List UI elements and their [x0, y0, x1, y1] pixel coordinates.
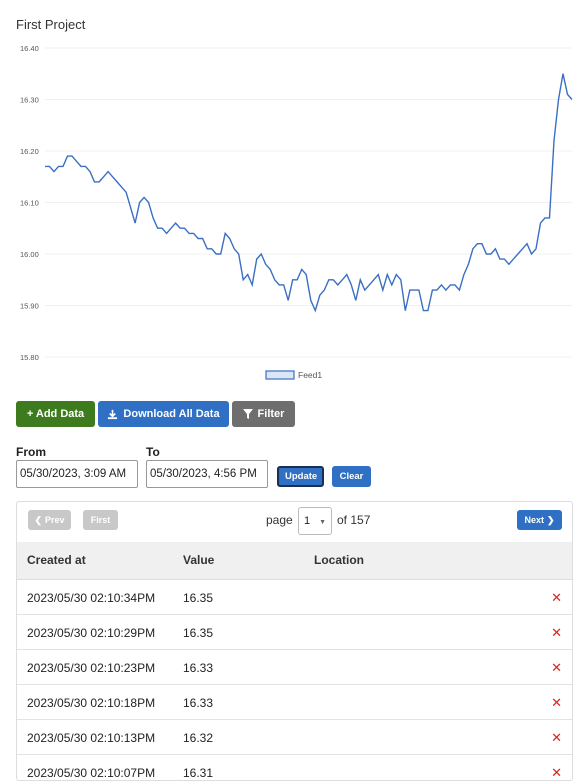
y-tick-label: 16.30 [20, 96, 39, 105]
from-label: From [16, 445, 46, 459]
add-data-button[interactable]: + Add Data [16, 401, 95, 427]
prev-page-button[interactable]: ❮ Prev [28, 510, 71, 530]
filter-button[interactable]: Filter [232, 401, 295, 427]
y-tick-label: 16.40 [20, 44, 39, 53]
close-icon[interactable]: ✕ [551, 695, 562, 711]
next-label: Next [524, 515, 544, 525]
cell-value: 16.33 [183, 661, 214, 675]
filter-label: Filter [257, 408, 285, 420]
cell-created-at: 2023/05/30 02:10:23PM [27, 661, 156, 675]
column-header-created-at: Created at [27, 553, 86, 567]
close-icon[interactable]: ✕ [551, 765, 562, 780]
download-icon [108, 409, 118, 419]
cell-value: 16.32 [183, 731, 214, 745]
y-tick-label: 16.10 [20, 199, 39, 208]
filter-icon [242, 409, 253, 419]
close-icon[interactable]: ✕ [551, 730, 562, 746]
cell-value: 16.31 [183, 766, 214, 780]
clear-button[interactable]: Clear [332, 466, 371, 487]
cell-value: 16.33 [183, 696, 214, 710]
add-data-label: + Add Data [26, 408, 85, 420]
y-tick-label: 16.20 [20, 147, 39, 156]
chevron-right-icon: ❯ [546, 514, 555, 525]
line-chart: 16.40 16.30 16.20 16.10 16.00 15.90 15.80 Feed… [20, 44, 573, 380]
next-page-button[interactable]: Next ❯ [517, 510, 562, 530]
y-tick-label: 15.80 [20, 353, 39, 362]
table-header: Created at Value Location [17, 542, 572, 580]
to-label: To [146, 445, 160, 459]
cell-created-at: 2023/05/30 02:10:34PM [27, 591, 156, 605]
chevron-left-icon: ❮ [34, 514, 42, 525]
cell-created-at: 2023/05/30 02:10:29PM [27, 626, 156, 640]
current-page: 1 [304, 515, 311, 527]
table-row: 2023/05/30 02:10:34PM 16.35 ✕ [17, 580, 572, 615]
to-date-field[interactable] [146, 460, 268, 488]
download-label: Download All Data [123, 408, 220, 420]
update-button[interactable]: Update [277, 466, 324, 487]
cell-created-at: 2023/05/30 02:10:13PM [27, 731, 156, 745]
cell-value: 16.35 [183, 591, 214, 605]
table-row: 2023/05/30 02:10:18PM 16.33 ✕ [17, 685, 572, 720]
legend-swatch [265, 370, 295, 380]
column-header-location: Location [314, 553, 364, 567]
page-label: page [266, 513, 293, 527]
close-icon[interactable]: ✕ [551, 660, 562, 676]
legend-label: Feed1 [298, 370, 322, 380]
from-date-field[interactable] [16, 460, 138, 488]
cell-value: 16.35 [183, 626, 214, 640]
data-table-panel: ❮ Prev First page 1 ▼ of 157 Next ❯ Crea… [16, 501, 573, 781]
series-line-feed1 [45, 73, 573, 313]
close-icon[interactable]: ✕ [551, 625, 562, 641]
cell-created-at: 2023/05/30 02:10:18PM [27, 696, 156, 710]
cell-created-at: 2023/05/30 02:10:07PM [27, 766, 156, 780]
table-row: 2023/05/30 02:10:13PM 16.32 ✕ [17, 720, 572, 755]
download-all-data-button[interactable]: Download All Data [98, 401, 229, 427]
prev-label: Prev [45, 515, 65, 525]
close-icon[interactable]: ✕ [551, 590, 562, 606]
table-row: 2023/05/30 02:10:29PM 16.35 ✕ [17, 615, 572, 650]
chevron-down-icon: ▼ [319, 519, 326, 526]
table-row: 2023/05/30 02:10:07PM 16.31 ✕ [17, 755, 572, 780]
y-tick-label: 15.90 [20, 302, 39, 311]
page-count-label: of 157 [337, 513, 371, 527]
page-select[interactable]: 1 ▼ [298, 507, 332, 535]
first-page-button[interactable]: First [83, 510, 118, 530]
project-title: First Project [16, 17, 86, 32]
y-tick-label: 16.00 [20, 250, 39, 259]
column-header-value: Value [183, 553, 215, 567]
table-row: 2023/05/30 02:10:23PM 16.33 ✕ [17, 650, 572, 685]
